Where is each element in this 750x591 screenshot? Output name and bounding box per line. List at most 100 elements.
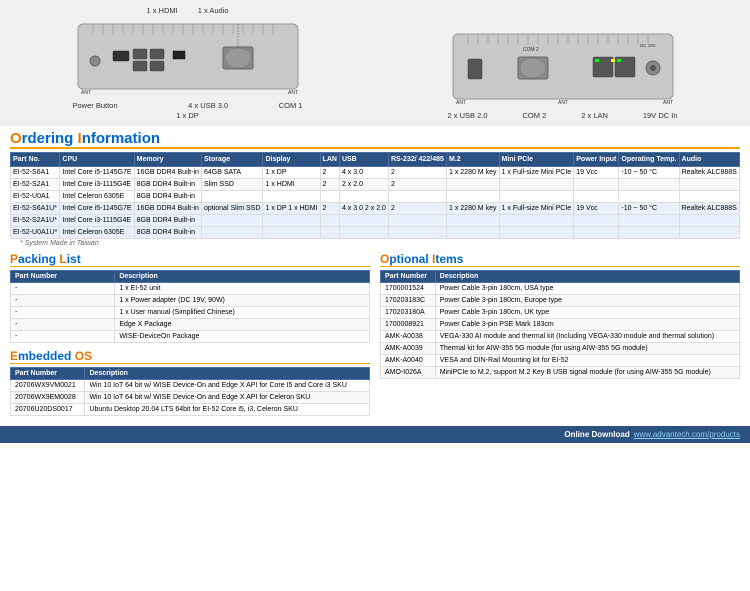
ordering-cell [574, 191, 619, 203]
ordering-cell [339, 227, 388, 239]
two-col-section: Packing List Part Number Description -1 … [0, 248, 750, 426]
ordering-cell [619, 179, 679, 191]
ordering-cell: Slim SSD [201, 179, 263, 191]
optional-cell: Power Cable 3-pin PSE Mark 183cm [435, 319, 739, 331]
col-power: Power Input [574, 153, 619, 167]
ordering-cell: optional Slim SSD [201, 203, 263, 215]
optional-cell: VESA and DIN-Rail Mounting kit for EI-52 [435, 355, 739, 367]
left-device-section: 1 x HDMI 1 x Audio [73, 6, 303, 120]
ordering-cell: 19 Vcc [574, 167, 619, 179]
ordering-cell: 2 [320, 203, 339, 215]
online-label: Online Download [564, 430, 629, 439]
packing-row: -1 x EI-52 unit [11, 283, 370, 295]
ordering-cell [447, 191, 500, 203]
right-device-svg: ANT ANT ANT COM 2 DC 19V [448, 29, 678, 109]
col-rs232: RS-232/ 422/485 [389, 153, 447, 167]
ordering-row: EI-52-S6A1Intel Core i5-1145G7E16GB DDR4… [11, 167, 740, 179]
ordering-cell [574, 227, 619, 239]
svg-text:DC 19V: DC 19V [640, 43, 656, 48]
ordering-cell: 2 x 2.0 [339, 179, 388, 191]
col-cpu: CPU [60, 153, 134, 167]
ordering-cell [389, 227, 447, 239]
pack-col-part: Part Number [11, 271, 115, 283]
optional-row: AMO-I026AMiniPCIe to M.2, support M.2 Ke… [381, 367, 740, 379]
ordering-cell [499, 179, 574, 191]
svg-text:ANT: ANT [288, 90, 298, 96]
packing-cell: - [11, 283, 115, 295]
ordering-cell [679, 179, 739, 191]
col-display: Display [263, 153, 320, 167]
ordering-cell [320, 215, 339, 227]
com1-label: COM 1 [279, 101, 303, 110]
ordering-cell [320, 191, 339, 203]
packing-cell: - [11, 295, 115, 307]
ordering-cell [447, 215, 500, 227]
optional-row: AMK-A0039Thermal kit for AIW-355 5G modu… [381, 343, 740, 355]
packing-table: Part Number Description -1 x EI-52 unit-… [10, 270, 370, 343]
usb30-label: 4 x USB 3.0 [188, 101, 228, 110]
optional-cell: Power Cable 3-pin 180cm, USA type [435, 283, 739, 295]
os-cell: 20706U20DS0017 [11, 404, 85, 416]
left-device-top-annotations: 1 x HDMI 1 x Audio [146, 6, 228, 15]
svg-text:ANT: ANT [81, 90, 91, 96]
lan-label: 2 x LAN [581, 111, 608, 120]
col-memory: Memory [134, 153, 201, 167]
col-storage: Storage [201, 153, 263, 167]
ordering-cell: 16GB DDR4 Built-in [134, 167, 201, 179]
optional-cell: AMK-A0040 [381, 355, 436, 367]
embedded-os-table: Part Number Description 20706WX9VM0021Wi… [10, 367, 370, 416]
optional-row: AMK-A0038VEGA-330 AI module and thermal … [381, 331, 740, 343]
ordering-cell [320, 227, 339, 239]
ordering-cell [499, 191, 574, 203]
optional-cell: AMO-I026A [381, 367, 436, 379]
page: 1 x HDMI 1 x Audio [0, 0, 750, 443]
os-cell: Win 10 IoT 64 bit w/ WISE Device-On and … [85, 392, 370, 404]
ordering-row: EI-52-U0A1Intel Celeron 6305E8GB DDR4 Bu… [11, 191, 740, 203]
packing-row: -1 x User manual (Simplified Chinese) [11, 307, 370, 319]
ordering-cell: 1 x DP 1 x HDMI [263, 203, 320, 215]
ordering-cell [263, 215, 320, 227]
ordering-cell: 1 x DP [263, 167, 320, 179]
ordering-cell: 1 x Full-size Mini PCIe [499, 203, 574, 215]
packing-list-section: Packing List Part Number Description -1 … [10, 252, 370, 343]
optional-cell: 1700001524 [381, 283, 436, 295]
os-col-part: Part Number [11, 368, 85, 380]
optional-cell: Power Cable 3-pin 180cm, UK type [435, 307, 739, 319]
col-audio: Audio [679, 153, 739, 167]
device-images-section: 1 x HDMI 1 x Audio [0, 0, 750, 126]
usb20-label: 2 x USB 2.0 [448, 111, 488, 120]
ordering-cell: 64GB SATA [201, 167, 263, 179]
ordering-cell: 2 [389, 179, 447, 191]
ordering-cell: 1 x Full-size Mini PCIe [499, 167, 574, 179]
ordering-cell: Intel Core i3-1115G4E [60, 215, 134, 227]
optional-cell: Power Cable 3-pin 180cm, Europe type [435, 295, 739, 307]
col-usb: USB [339, 153, 388, 167]
ordering-cell [263, 227, 320, 239]
optional-title: Optional Items [380, 252, 463, 266]
ordering-cell: Realtek ALC888S [679, 167, 739, 179]
ordering-footnote: * System Made in Taiwan [10, 239, 740, 248]
ordering-cell [574, 215, 619, 227]
dc-label: 19V DC In [643, 111, 678, 120]
ordering-cell [201, 191, 263, 203]
opt-col-desc: Description [435, 271, 739, 283]
ordering-cell: EI-52-U0A1U* [11, 227, 60, 239]
packing-title: Packing List [10, 252, 81, 266]
ordering-cell: 8GB DDR4 Built-in [134, 191, 201, 203]
ordering-cell: 2 [389, 167, 447, 179]
ordering-cell: Intel Celeron 6305E [60, 191, 134, 203]
ordering-cell: Realtek ALC888S [679, 203, 739, 215]
ordering-cell: 19 Vcc [574, 203, 619, 215]
os-cell: Ubuntu Desktop 20.04 LTS 64bit for EI-52… [85, 404, 370, 416]
ordering-cell: EI-52-U0A1 [11, 191, 60, 203]
ordering-row: EI-52-U0A1U*Intel Celeron 6305E8GB DDR4 … [11, 227, 740, 239]
col-lan: LAN [320, 153, 339, 167]
online-url[interactable]: www.advantech.com/products [634, 430, 740, 439]
optional-cell: AMK-A0039 [381, 343, 436, 355]
col-minipcie: Mini PCIe [499, 153, 574, 167]
os-row: 20706U20DS0017Ubuntu Desktop 20.04 LTS 6… [11, 404, 370, 416]
optional-items-section: Optional Items Part Number Description 1… [380, 252, 740, 379]
svg-text:COM 2: COM 2 [523, 47, 539, 53]
ordering-cell: Intel Core i5-1145G7E [60, 167, 134, 179]
right-col: Optional Items Part Number Description 1… [380, 252, 740, 422]
